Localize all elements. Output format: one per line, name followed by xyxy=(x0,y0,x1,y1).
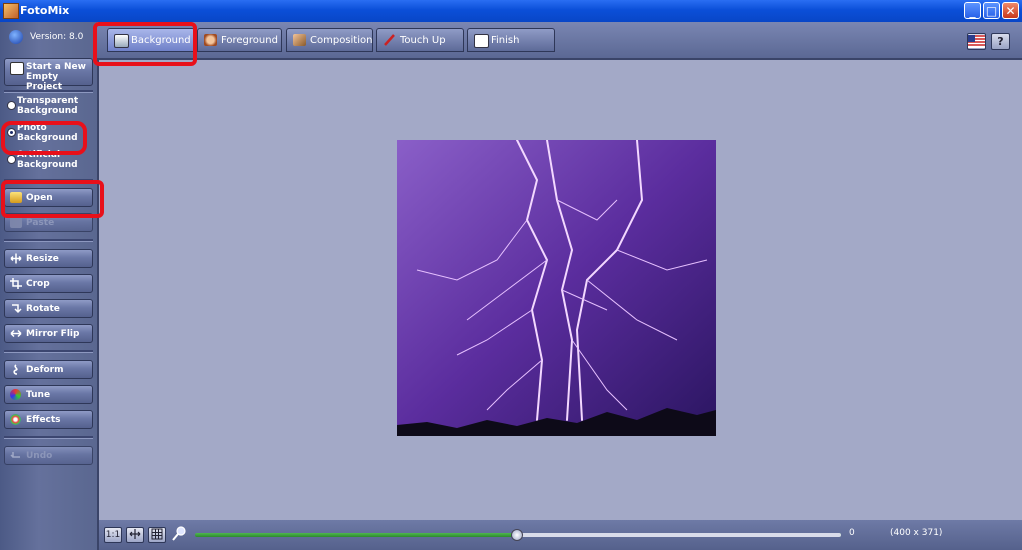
divider xyxy=(4,350,93,353)
crop-icon xyxy=(10,278,22,289)
folder-icon xyxy=(10,192,22,203)
background-icon xyxy=(114,34,129,48)
deform-button[interactable]: Deform xyxy=(4,360,93,379)
radio-dot-selected xyxy=(7,128,16,137)
left-sidebar: Version: 8.0 Start a New Empty Project T… xyxy=(0,22,99,550)
radio-photo-background[interactable]: Photo Background xyxy=(4,123,94,145)
deform-icon xyxy=(10,364,22,375)
tab-bar: Background Foreground Composition Touch … xyxy=(97,22,1022,60)
mirror-flip-button[interactable]: Mirror Flip xyxy=(4,324,93,343)
effects-icon xyxy=(10,414,21,425)
language-flag-button[interactable] xyxy=(967,33,986,50)
tab-foreground[interactable]: Foreground xyxy=(197,28,282,52)
zoom-slider[interactable] xyxy=(195,529,841,541)
open-button[interactable]: Open xyxy=(4,188,93,207)
undo-icon xyxy=(10,450,22,461)
new-project-button[interactable]: Start a New Empty Project xyxy=(4,58,93,92)
window-title: FotoMix xyxy=(20,4,70,17)
divider xyxy=(4,90,93,93)
document-icon xyxy=(10,62,24,75)
radio-transparent-background[interactable]: Transparent Background xyxy=(4,96,94,118)
divider xyxy=(4,436,93,439)
app-icon xyxy=(3,3,19,19)
mirror-flip-icon xyxy=(10,328,22,339)
radio-artificial-background[interactable]: Artificial Background xyxy=(4,150,94,172)
zoom-actual-size-button[interactable]: 1:1 xyxy=(104,527,122,543)
crop-button[interactable]: Crop xyxy=(4,274,93,293)
radio-dot xyxy=(7,155,16,164)
background-photo xyxy=(397,140,716,436)
foreground-icon xyxy=(204,34,217,46)
tab-touch-up[interactable]: Touch Up xyxy=(376,28,464,52)
resize-icon xyxy=(10,253,22,264)
tab-finish[interactable]: Finish xyxy=(467,28,555,52)
tab-composition[interactable]: Composition xyxy=(286,28,373,52)
globe-icon xyxy=(9,30,23,44)
effects-button[interactable]: Effects xyxy=(4,410,93,429)
undo-button[interactable]: Undo xyxy=(4,446,93,465)
touch-up-icon xyxy=(383,34,396,46)
tune-icon xyxy=(10,389,21,400)
magnifier-icon xyxy=(172,526,186,542)
bottom-toolbar: 1:1 0 (400 x 371) xyxy=(99,520,1022,550)
image-canvas[interactable] xyxy=(99,60,1022,520)
resize-button[interactable]: Resize xyxy=(4,249,93,268)
radio-dot xyxy=(7,101,16,110)
grid-view-button[interactable] xyxy=(148,527,166,543)
zoom-value: 0 xyxy=(849,528,855,538)
zoom-slider-thumb[interactable] xyxy=(511,529,523,541)
zoom-slider-track xyxy=(521,533,841,537)
divider xyxy=(4,179,93,182)
close-button[interactable]: ✕ xyxy=(1002,2,1019,19)
tab-background[interactable]: Background xyxy=(107,28,195,52)
title-bar: FotoMix _ □ ✕ xyxy=(0,0,1022,22)
maximize-button[interactable]: □ xyxy=(983,2,1000,19)
paste-button[interactable]: Paste xyxy=(4,213,93,232)
composition-icon xyxy=(293,34,306,46)
help-button[interactable]: ? xyxy=(991,33,1010,50)
version-label: Version: 8.0 xyxy=(30,32,84,42)
divider xyxy=(4,239,93,242)
image-dimensions: (400 x 371) xyxy=(890,528,943,538)
rotate-button[interactable]: Rotate xyxy=(4,299,93,318)
version-info: Version: 8.0 xyxy=(4,30,94,46)
zoom-fit-button[interactable] xyxy=(126,527,144,543)
minimize-button[interactable]: _ xyxy=(964,2,981,19)
tune-button[interactable]: Tune xyxy=(4,385,93,404)
rotate-icon xyxy=(10,303,22,314)
paste-icon xyxy=(10,217,22,228)
finish-icon xyxy=(474,34,489,48)
